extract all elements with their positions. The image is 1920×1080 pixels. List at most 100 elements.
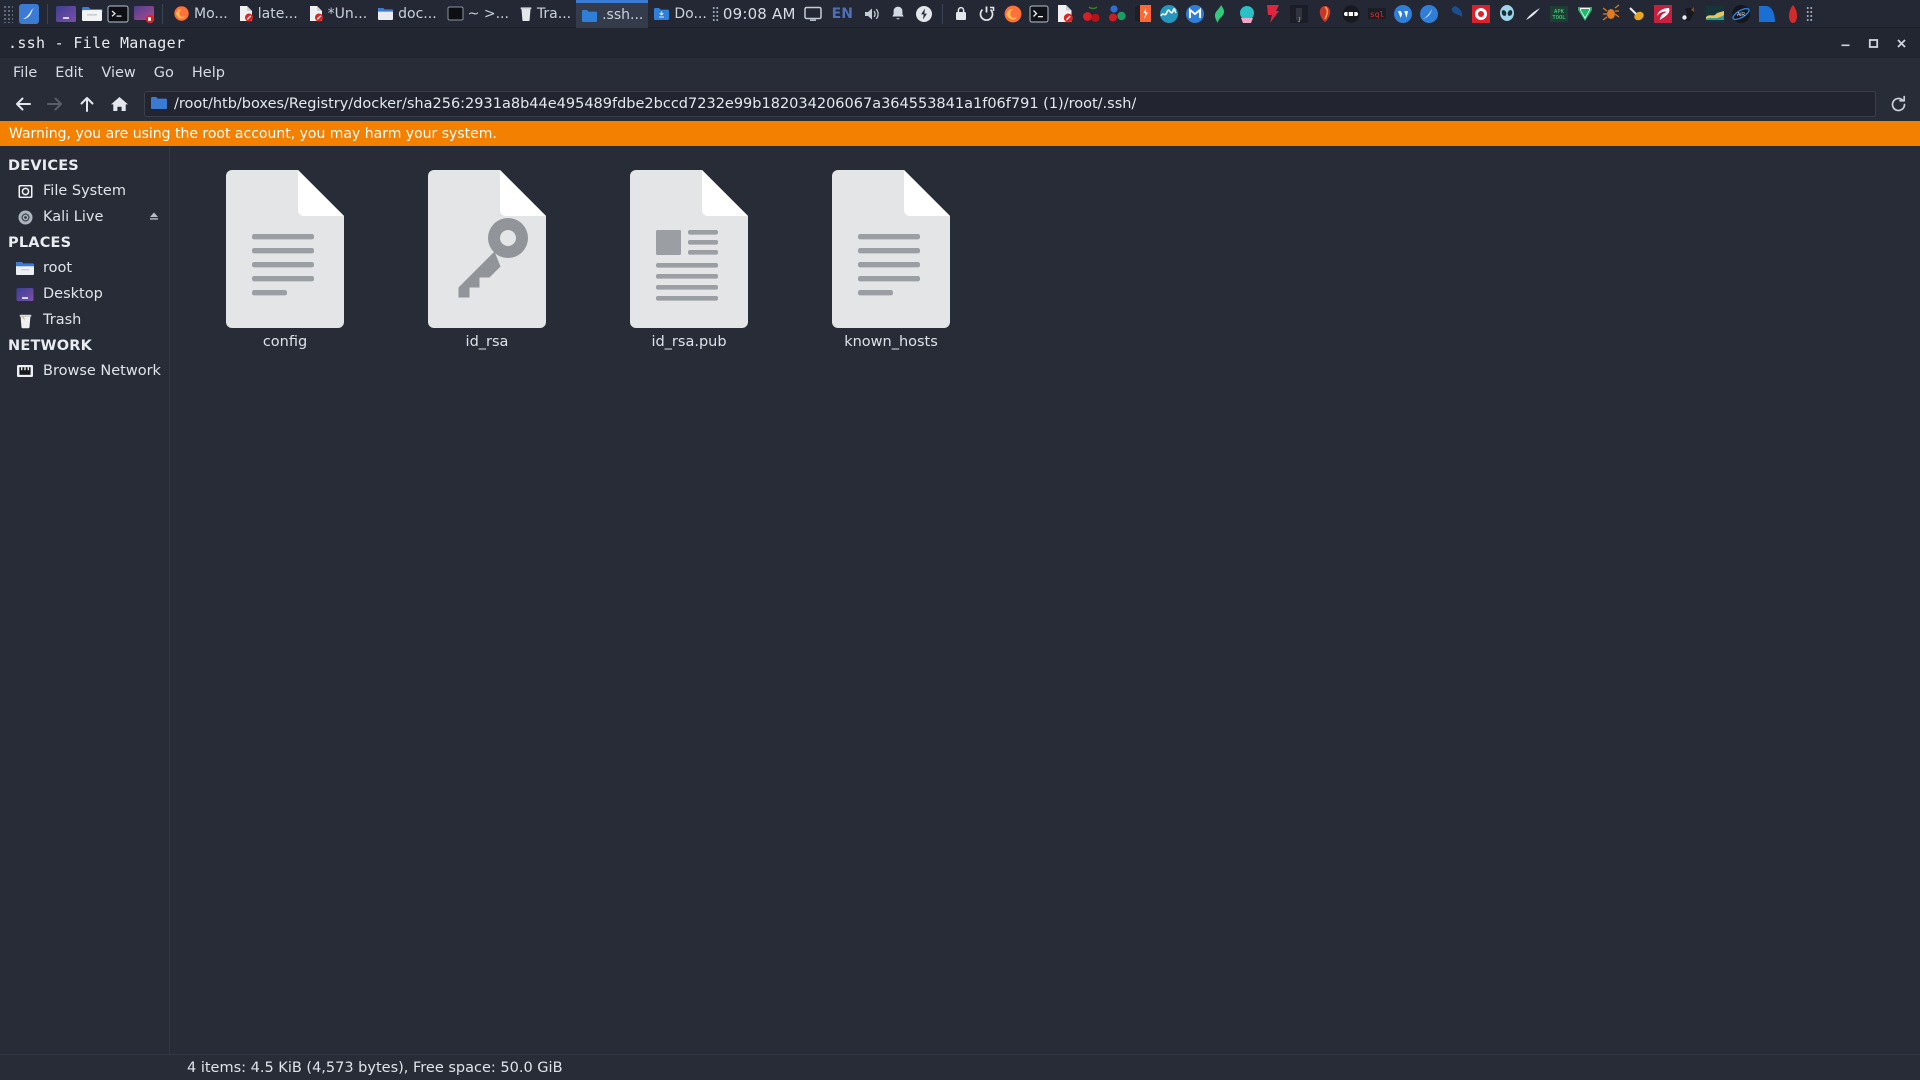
home-button[interactable] <box>104 89 134 119</box>
zenmap-icon[interactable] <box>1468 1 1494 27</box>
window-button-terminal[interactable]: ~ >... <box>442 0 514 28</box>
vim-icon[interactable] <box>1572 1 1598 27</box>
svg-text:TOOL: TOOL <box>1552 15 1566 21</box>
monitor-tray-icon[interactable] <box>800 1 826 27</box>
sidebar-item-file-system[interactable]: File System <box>0 178 169 204</box>
hashcat-icon[interactable] <box>1338 1 1364 27</box>
wireshark-icon[interactable] <box>1156 1 1182 27</box>
workspace-switcher-icon[interactable] <box>53 1 79 27</box>
arc-icon[interactable] <box>1754 1 1780 27</box>
apktool-icon[interactable]: APK TOOL <box>1546 1 1572 27</box>
taskbar-grip-handle[interactable] <box>3 4 13 23</box>
file-item-config[interactable]: config <box>184 160 386 370</box>
firefox-icon[interactable] <box>1000 1 1026 27</box>
menu-help[interactable]: Help <box>183 62 234 84</box>
power-tray-icon[interactable] <box>911 1 937 27</box>
armitage-icon[interactable] <box>1312 1 1338 27</box>
up-button[interactable] <box>72 89 102 119</box>
sidebar-item-trash[interactable]: Trash <box>0 307 169 333</box>
wasp-icon[interactable] <box>1624 1 1650 27</box>
file-item-id-rsa-pub[interactable]: id_rsa.pub <box>588 160 790 370</box>
pathbar: /root/htb/boxes/Registry/docker/sha256:2… <box>0 87 1920 121</box>
menu-edit[interactable]: Edit <box>46 62 92 84</box>
sidebar-item-kali-live[interactable]: Kali Live <box>0 204 169 230</box>
window-button-label: Do... <box>674 5 707 22</box>
johnny-icon[interactable]: J <box>1286 1 1312 27</box>
taskbar-separator <box>47 3 48 24</box>
sidebar-heading-network: NETWORK <box>8 338 93 354</box>
screen-recorder-launcher-icon[interactable] <box>131 1 157 27</box>
path-input[interactable]: /root/htb/boxes/Registry/docker/sha256:2… <box>144 91 1876 117</box>
window-button-untitled-doc[interactable]: *Un... <box>303 0 372 28</box>
cherrytree-icon[interactable] <box>1078 1 1104 27</box>
file-item-id-rsa[interactable]: id_rsa <box>386 160 588 370</box>
folder-icon <box>151 95 167 114</box>
aircrack-icon[interactable] <box>1520 1 1546 27</box>
lock-screen-icon[interactable] <box>948 1 974 27</box>
eject-icon[interactable] <box>149 211 159 224</box>
menu-file[interactable]: File <box>4 62 46 84</box>
sidebar-item-root[interactable]: root <box>0 255 169 281</box>
language-indicator[interactable]: EN <box>826 6 859 22</box>
disc-icon <box>16 208 34 226</box>
window-button-label: *Un... <box>327 5 368 22</box>
metasploit-icon[interactable] <box>1182 1 1208 27</box>
bloodhound-icon[interactable] <box>1104 1 1130 27</box>
sidebar-heading-devices: DEVICES <box>8 158 79 174</box>
spider-icon[interactable] <box>1598 1 1624 27</box>
burpsuite-icon[interactable] <box>1130 1 1156 27</box>
window-button-firefox[interactable]: Mo... <box>168 0 233 28</box>
file-name-label: config <box>262 334 308 350</box>
air-icon[interactable]: AiR <box>1728 1 1754 27</box>
sidebar-item-label: Browse Network <box>43 363 161 379</box>
window-titlebar[interactable]: .ssh - File Manager <box>0 28 1920 58</box>
terminal-icon[interactable] <box>1026 1 1052 27</box>
terminal-launcher-icon[interactable] <box>105 1 131 27</box>
sidebar-item-desktop[interactable]: Desktop <box>0 281 169 307</box>
file-manager-launcher-icon[interactable] <box>79 1 105 27</box>
wordpress-icon[interactable] <box>1390 1 1416 27</box>
faraday-icon[interactable] <box>1260 1 1286 27</box>
beef-icon[interactable] <box>1442 1 1468 27</box>
dog-icon[interactable] <box>1676 1 1702 27</box>
sqlmap-icon[interactable]: sql <box>1364 1 1390 27</box>
menu-view[interactable]: View <box>92 62 144 84</box>
document-blocked-icon[interactable] <box>1052 1 1078 27</box>
close-button[interactable] <box>1888 30 1914 56</box>
desktop-icon <box>16 285 34 303</box>
maltego-icon[interactable] <box>1234 1 1260 27</box>
taskbar-separator-3 <box>941 3 943 24</box>
window-button-downloads[interactable]: Do... <box>648 0 711 28</box>
sidebar-item-browse-network[interactable]: Browse Network <box>0 358 169 384</box>
file-item-known-hosts[interactable]: known_hosts <box>790 160 992 370</box>
logout-icon[interactable] <box>974 1 1000 27</box>
chart-icon[interactable] <box>1702 1 1728 27</box>
window-button-label: Tra... <box>536 5 572 22</box>
window-button-trash[interactable]: Tra... <box>514 0 576 28</box>
window-button-label: Mo... <box>194 5 228 22</box>
zap-icon[interactable] <box>1650 1 1676 27</box>
kali-menu-icon[interactable] <box>16 1 42 27</box>
minimize-button[interactable] <box>1832 30 1858 56</box>
speaker-tray-icon[interactable] <box>859 1 885 27</box>
window-button-ssh[interactable]: .ssh... <box>576 0 649 28</box>
sidebar-item-label: Trash <box>43 312 82 328</box>
grip-dots-icon[interactable] <box>1805 5 1813 22</box>
forward-button[interactable] <box>40 89 70 119</box>
reload-button[interactable] <box>1884 90 1912 118</box>
window-button-doc-folder[interactable]: doc... <box>372 0 442 28</box>
wpscan-icon[interactable] <box>1208 1 1234 27</box>
bell-tray-icon[interactable] <box>885 1 911 27</box>
svg-text:AiR: AiR <box>1737 12 1745 18</box>
alien-icon[interactable] <box>1494 1 1520 27</box>
menu-go[interactable]: Go <box>145 62 183 84</box>
tower-icon[interactable] <box>1780 1 1806 27</box>
window-button-latest-doc[interactable]: late... <box>233 0 303 28</box>
back-button[interactable] <box>8 89 38 119</box>
maximize-button[interactable] <box>1860 30 1886 56</box>
root-warning-banner: Warning, you are using the root account,… <box>0 121 1920 146</box>
status-text: 4 items: 4.5 KiB (4,573 bytes), Free spa… <box>187 1059 563 1076</box>
clock[interactable]: 09:08 AM <box>719 5 800 23</box>
kali-tools-icon[interactable] <box>1416 1 1442 27</box>
file-view[interactable]: config id_rsa id_rsa.pub known_hosts <box>170 146 1920 1054</box>
